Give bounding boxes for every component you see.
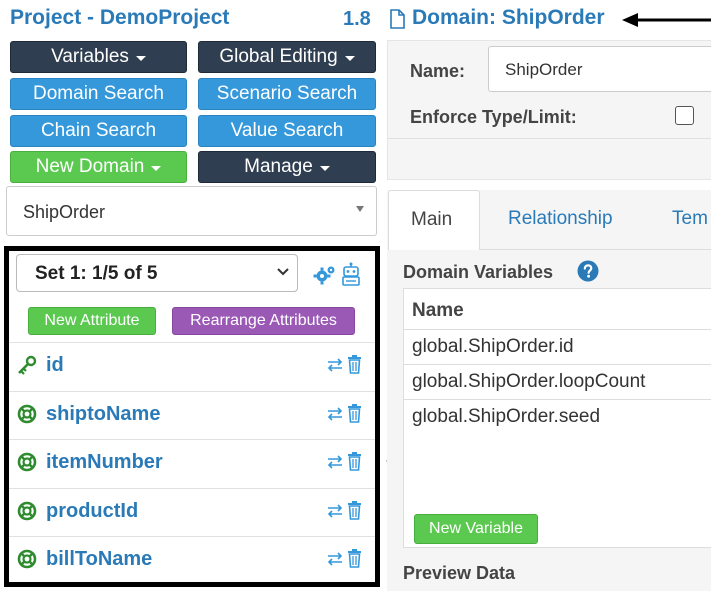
- variables-dropdown-button[interactable]: Variables: [10, 41, 187, 73]
- new-domain-label: New Domain: [35, 156, 145, 177]
- row-divider: [404, 329, 711, 330]
- variable-row[interactable]: global.ShipOrder.seed: [412, 406, 600, 428]
- domain-variables-title: Domain Variables: [403, 262, 554, 282]
- set-select-value: Set 1: 1/5 of 5: [35, 263, 158, 284]
- domain-select[interactable]: ShipOrder: [6, 186, 377, 236]
- swap-icon[interactable]: [326, 502, 344, 520]
- help-icon[interactable]: [577, 260, 599, 282]
- new-attribute-button[interactable]: New Attribute: [28, 307, 156, 335]
- lifebuoy-icon: [17, 452, 37, 472]
- row-divider: [404, 399, 711, 400]
- version-label: 1.8: [343, 8, 371, 30]
- tab-main-label: Main: [411, 209, 453, 230]
- domain-title: Domain: ShipOrder: [412, 6, 605, 29]
- tab-template[interactable]: Tem: [672, 208, 708, 230]
- dropdown-arrow-icon: [356, 206, 364, 212]
- rearrange-attributes-button[interactable]: Rearrange Attributes: [172, 307, 355, 335]
- chevron-down-icon: [277, 268, 289, 276]
- preview-data-title: Preview Data: [403, 563, 516, 583]
- trash-icon[interactable]: [347, 451, 362, 471]
- manage-dropdown-button[interactable]: Manage: [198, 151, 376, 183]
- global-editing-dropdown-button[interactable]: Global Editing: [198, 41, 376, 73]
- robot-icon[interactable]: [341, 262, 361, 286]
- trash-icon[interactable]: [347, 403, 362, 423]
- domain-name-input[interactable]: ShipOrder: [488, 46, 711, 92]
- swap-icon[interactable]: [326, 405, 344, 423]
- attribute-row[interactable]: shiptoName: [9, 391, 375, 440]
- global-editing-label: Global Editing: [219, 46, 338, 67]
- value-search-button[interactable]: Value Search: [198, 115, 376, 147]
- manage-label: Manage: [244, 156, 313, 177]
- new-variable-button[interactable]: New Variable: [414, 514, 538, 544]
- variable-row[interactable]: global.ShipOrder.loopCount: [412, 371, 645, 393]
- gears-icon[interactable]: [313, 264, 337, 286]
- trash-icon[interactable]: [347, 548, 362, 568]
- enforce-type-limit-label: Enforce Type/Limit:: [410, 107, 577, 127]
- chain-search-button[interactable]: Chain Search: [10, 115, 187, 147]
- swap-icon[interactable]: [326, 453, 344, 471]
- row-divider: [404, 364, 711, 365]
- attribute-row[interactable]: productId: [9, 488, 375, 537]
- variables-label: Variables: [51, 46, 129, 67]
- attribute-row[interactable]: billToName: [9, 536, 375, 585]
- name-label: Name:: [410, 61, 466, 81]
- swap-icon[interactable]: [326, 550, 344, 568]
- caret-down-icon: [151, 165, 162, 171]
- attribute-name[interactable]: shiptoName: [46, 403, 160, 426]
- tab-relationship[interactable]: Relationship: [508, 208, 613, 230]
- set-select[interactable]: Set 1: 1/5 of 5: [16, 254, 298, 292]
- arrow-annotation-top: [622, 13, 711, 27]
- scenario-search-button[interactable]: Scenario Search: [198, 78, 376, 110]
- column-header-name: Name: [412, 300, 464, 321]
- domain-select-value: ShipOrder: [23, 202, 106, 222]
- lifebuoy-icon: [17, 549, 37, 569]
- enforce-type-limit-checkbox[interactable]: [675, 106, 694, 125]
- form-divider: [388, 138, 711, 139]
- document-icon: [390, 9, 405, 29]
- tab-main[interactable]: Main: [388, 190, 480, 250]
- attribute-row[interactable]: id: [9, 342, 375, 391]
- lifebuoy-icon: [17, 501, 37, 521]
- trash-icon[interactable]: [347, 354, 362, 374]
- attribute-row[interactable]: itemNumber: [9, 439, 375, 488]
- caret-down-icon: [319, 165, 330, 171]
- variable-row[interactable]: global.ShipOrder.id: [412, 336, 574, 358]
- caret-down-icon: [344, 55, 355, 61]
- domain-name-value: ShipOrder: [505, 60, 583, 79]
- attribute-name[interactable]: billToName: [46, 548, 152, 571]
- domain-search-button[interactable]: Domain Search: [10, 78, 187, 110]
- lifebuoy-icon: [17, 404, 37, 424]
- attribute-name[interactable]: itemNumber: [46, 451, 163, 474]
- project-title: Project - DemoProject: [10, 6, 230, 29]
- attribute-name[interactable]: id: [46, 354, 64, 377]
- key-icon: [18, 355, 37, 375]
- new-domain-dropdown-button[interactable]: New Domain: [10, 151, 187, 183]
- attribute-name[interactable]: productId: [46, 500, 138, 523]
- swap-icon[interactable]: [326, 356, 344, 374]
- caret-down-icon: [135, 55, 146, 61]
- trash-icon[interactable]: [347, 500, 362, 520]
